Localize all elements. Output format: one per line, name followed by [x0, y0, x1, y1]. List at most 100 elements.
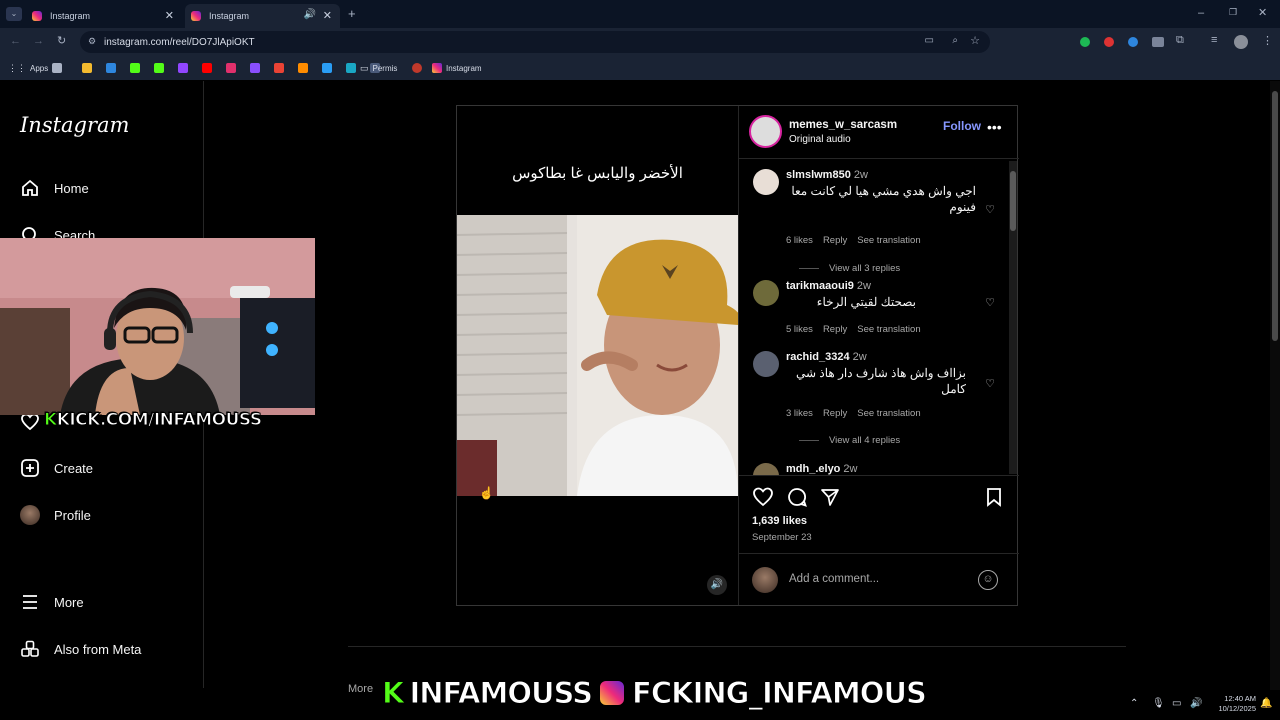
audio-label[interactable]: Original audio	[789, 134, 851, 145]
comment-like-icon[interactable]: ♡	[985, 377, 995, 390]
author-avatar[interactable]	[749, 115, 782, 148]
comment-username[interactable]: tarikmaaoui9 2w	[786, 280, 871, 292]
site-icon[interactable]	[322, 63, 332, 73]
comment-username[interactable]: rachid_3324 2w	[786, 351, 867, 363]
browser-tab-bar: ⌄ Instagram ✕ Instagram 🔊 ✕ + – ❐ ✕	[0, 0, 1280, 28]
like-heart-icon[interactable]	[752, 486, 774, 513]
clock-date[interactable]: 10/12/2025	[1208, 704, 1256, 713]
comment-like-icon[interactable]: ♡	[985, 203, 995, 216]
more-options-icon[interactable]: •••	[987, 119, 1002, 135]
follow-button[interactable]: Follow	[943, 119, 981, 133]
video-frame[interactable]	[457, 215, 738, 496]
comments-scrollbar[interactable]	[1009, 161, 1017, 474]
site-info-icon[interactable]: ⚙	[88, 36, 96, 47]
install-app-icon[interactable]: ▭	[925, 35, 934, 46]
reply-button[interactable]: Reply	[823, 235, 847, 246]
author-username[interactable]: memes_w_sarcasm	[789, 119, 897, 131]
media-control-icon[interactable]: ≡	[1211, 34, 1217, 46]
commenter-avatar[interactable]	[753, 169, 779, 195]
back-icon[interactable]: ←	[10, 35, 21, 47]
youtube-icon[interactable]	[202, 63, 212, 73]
see-translation-link[interactable]: See translation	[857, 324, 920, 335]
view-replies-button[interactable]: View all 4 replies	[799, 435, 900, 446]
instagram-icon[interactable]	[226, 63, 236, 73]
comment-icon[interactable]	[786, 486, 808, 513]
chrome-menu-icon[interactable]: ⋮	[1262, 34, 1273, 47]
reply-button[interactable]: Reply	[823, 324, 847, 335]
commenter-avatar[interactable]	[753, 463, 779, 475]
clock-time[interactable]: 12:40 AM	[1210, 694, 1256, 703]
volume-icon[interactable]: 🔊	[707, 575, 727, 595]
share-icon[interactable]	[819, 486, 841, 513]
kick-icon[interactable]	[130, 63, 140, 73]
tab-instagram-1[interactable]: Instagram ✕	[26, 4, 182, 28]
extension-icon[interactable]	[1152, 37, 1164, 47]
binance-icon[interactable]	[82, 63, 92, 73]
comment-like-icon[interactable]: ♡	[985, 296, 995, 309]
site-icon[interactable]	[298, 63, 308, 73]
instagram-logo[interactable]: Instagram	[20, 113, 129, 137]
likes-count[interactable]: 1,639 likes	[752, 515, 807, 527]
save-bookmark-icon[interactable]	[984, 486, 1004, 513]
commenter-avatar[interactable]	[753, 351, 779, 377]
close-window-icon[interactable]: ✕	[1258, 6, 1267, 19]
zoom-icon[interactable]: ⌕	[952, 35, 958, 46]
bookmark-apps[interactable]: ⋮⋮ Apps	[8, 62, 48, 74]
extension-icon[interactable]	[1104, 37, 1114, 47]
nav-also-from-meta[interactable]: Also from Meta	[20, 639, 141, 659]
close-tab-icon[interactable]: ✕	[323, 9, 332, 22]
close-tab-icon[interactable]: ✕	[165, 9, 174, 22]
page-scrollbar-thumb[interactable]	[1272, 91, 1278, 341]
twitch-icon[interactable]	[178, 63, 188, 73]
bookmark-folder-permis[interactable]: ▭ Permis	[360, 62, 397, 74]
grid-icon[interactable]	[52, 63, 62, 73]
nav-profile[interactable]: Profile	[20, 505, 91, 525]
comment-username[interactable]: mdh_.elyo 2w	[786, 463, 857, 475]
scrollbar-thumb[interactable]	[1010, 171, 1016, 231]
see-translation-link[interactable]: See translation	[857, 235, 920, 246]
tab-search-icon[interactable]: ⌄	[6, 7, 22, 21]
show-hidden-icons-icon[interactable]: ⌃	[1130, 698, 1138, 709]
extensions-puzzle-icon[interactable]: ⧉	[1176, 34, 1184, 47]
bookmark-red[interactable]	[412, 62, 422, 74]
notifications-heart-icon[interactable]	[20, 412, 40, 437]
view-replies-button[interactable]: View all 3 replies	[799, 263, 900, 274]
microphone-icon[interactable]: 🎙	[1152, 698, 1165, 709]
add-comment-input[interactable]: Add a comment...	[789, 573, 879, 585]
nav-home[interactable]: Home	[20, 178, 89, 198]
audio-playing-icon[interactable]: 🔊	[304, 9, 316, 20]
site-icon[interactable]	[106, 63, 116, 73]
profile-avatar[interactable]	[1234, 35, 1248, 49]
site-icon[interactable]	[250, 63, 260, 73]
nav-more[interactable]: More	[20, 592, 84, 612]
bookmark-instagram[interactable]: Instagram	[432, 62, 482, 74]
extension-icon[interactable]	[1128, 37, 1138, 47]
restore-icon[interactable]: ❐	[1229, 7, 1237, 18]
tab-instagram-2[interactable]: Instagram 🔊 ✕	[185, 4, 340, 28]
comments-list[interactable]: slmslwm850 2w اجي واش هدي مشي هيا لي كانت…	[739, 159, 1019, 475]
emoji-icon[interactable]: ☺	[978, 570, 998, 590]
network-icon[interactable]: ▭	[1172, 698, 1181, 709]
site-icon[interactable]	[346, 63, 356, 73]
kick-icon[interactable]	[154, 63, 164, 73]
new-tab-icon[interactable]: +	[348, 6, 356, 21]
reload-icon[interactable]: ↻	[57, 34, 66, 47]
reel-video[interactable]: الأخضر واليابس غا بطاكوس 🔊 ☝	[457, 106, 738, 605]
bookmark-star-icon[interactable]: ☆	[970, 34, 980, 47]
minimize-icon[interactable]: –	[1198, 7, 1204, 19]
gmail-icon[interactable]	[274, 63, 284, 73]
see-translation-link[interactable]: See translation	[857, 408, 920, 419]
extension-icon[interactable]	[1080, 37, 1090, 47]
comment-likes[interactable]: 6 likes	[786, 235, 813, 246]
comment-likes[interactable]: 3 likes	[786, 408, 813, 419]
address-bar[interactable]: ⚙ instagram.com/reel/DO7JlApiOKT ▭ ⌕ ☆	[80, 31, 990, 53]
commenter-avatar[interactable]	[753, 280, 779, 306]
comment-username[interactable]: slmslwm850 2w	[786, 169, 868, 181]
notifications-icon[interactable]: 🔔	[1260, 698, 1272, 709]
comment-likes[interactable]: 5 likes	[786, 324, 813, 335]
reply-button[interactable]: Reply	[823, 408, 847, 419]
volume-tray-icon[interactable]: 🔊	[1190, 698, 1202, 709]
page-scrollbar[interactable]	[1270, 81, 1280, 690]
nav-create[interactable]: Create	[20, 458, 93, 478]
forward-icon[interactable]: →	[33, 35, 44, 47]
